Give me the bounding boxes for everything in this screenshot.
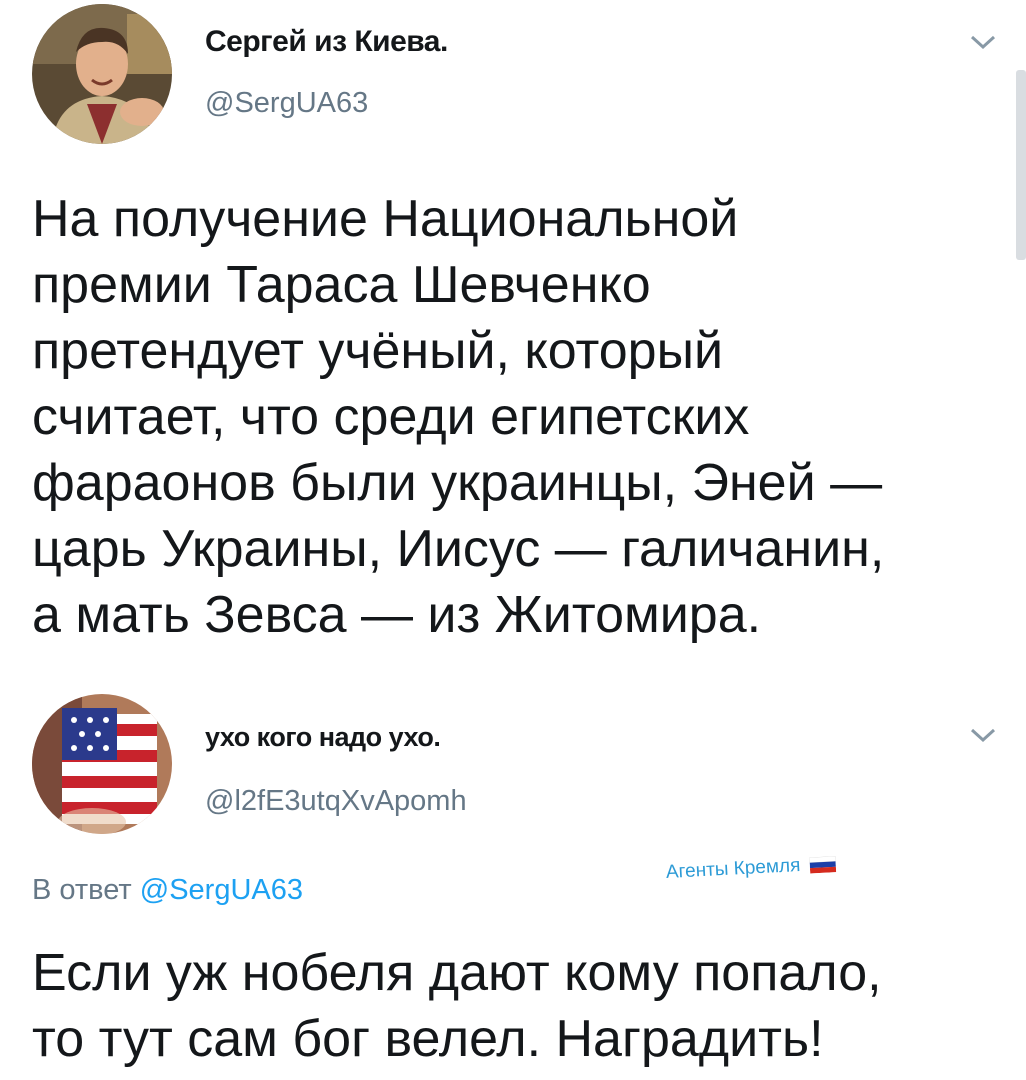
chevron-down-icon[interactable] bbox=[968, 725, 998, 745]
author-handle[interactable]: @SergUA63 bbox=[205, 87, 368, 120]
reply-author-name[interactable]: ухо кого надо ухо. bbox=[205, 722, 441, 753]
author-avatar[interactable] bbox=[32, 4, 172, 144]
russian-flag-icon bbox=[808, 855, 836, 874]
watermark-text: Агенты Кремля bbox=[665, 854, 801, 883]
person-avatar-icon bbox=[32, 4, 172, 144]
reply-prefix: В ответ bbox=[32, 874, 140, 906]
chevron-down-icon[interactable] bbox=[968, 32, 998, 52]
reply-context: В ответ @SergUA63 bbox=[32, 874, 303, 907]
scrollbar[interactable] bbox=[1016, 70, 1026, 260]
watermark: Агенты Кремля bbox=[665, 853, 836, 884]
flag-painted-face-avatar-icon bbox=[32, 694, 172, 834]
reply-author-avatar[interactable] bbox=[32, 694, 172, 834]
reply-author-handle[interactable]: @l2fE3utqXvApomh bbox=[205, 785, 467, 818]
reply-text: Если уж нобеля дают кому попало, то тут … bbox=[32, 944, 882, 1068]
reply-handle-link[interactable]: @SergUA63 bbox=[140, 874, 303, 906]
tweet-text: На получение Национальной премии Тараса … bbox=[32, 190, 885, 644]
author-name[interactable]: Сергей из Киева. bbox=[205, 25, 448, 59]
